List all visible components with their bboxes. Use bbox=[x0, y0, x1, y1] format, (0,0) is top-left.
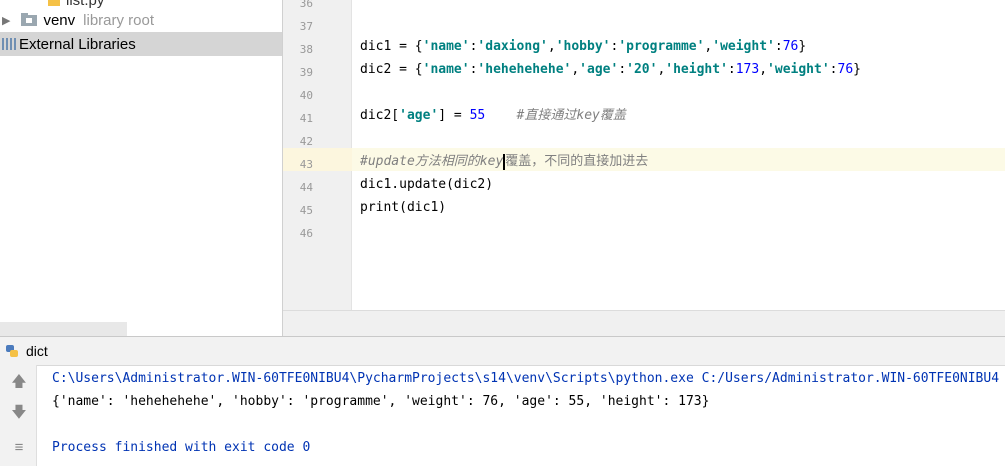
code-token: ] = bbox=[438, 108, 470, 123]
string-token: '20' bbox=[626, 62, 658, 77]
code-line-39[interactable]: dic2 = {'name':'hehehehehe','age':'20','… bbox=[360, 58, 861, 81]
tree-item-label: venv bbox=[43, 11, 76, 29]
comment-token: #直接通过key覆盖 bbox=[485, 108, 626, 123]
line-number: 46 bbox=[299, 227, 313, 240]
code-token: , bbox=[759, 62, 768, 77]
line-number: 38 bbox=[299, 43, 313, 56]
code-token: dic1 = { bbox=[360, 39, 423, 54]
folder-icon bbox=[21, 13, 38, 26]
line-number: 43 bbox=[299, 158, 313, 171]
string-token: 'age' bbox=[399, 108, 439, 123]
string-token: 'daxiong' bbox=[477, 39, 548, 54]
string-token: 'name' bbox=[422, 39, 470, 54]
code-token: : bbox=[727, 62, 736, 77]
line-number: 36 bbox=[299, 0, 313, 10]
number-token: 173 bbox=[735, 62, 760, 77]
library-icon bbox=[2, 38, 16, 50]
run-toolbar: 🡅 🡇 ≡ bbox=[0, 365, 37, 466]
line-number: 41 bbox=[299, 112, 313, 125]
code-line-45[interactable]: print(dic1) bbox=[360, 196, 446, 219]
rerun-up-icon[interactable]: 🡅 bbox=[9, 372, 29, 392]
line-number: 45 bbox=[299, 204, 313, 217]
number-token: 76 bbox=[837, 62, 854, 77]
tree-item-venv[interactable]: ▶ venv library root bbox=[0, 8, 154, 32]
code-token: } bbox=[853, 62, 861, 77]
line-number: 39 bbox=[299, 66, 313, 79]
line-number: 42 bbox=[299, 135, 313, 148]
string-token: 'weight' bbox=[767, 62, 830, 77]
console-command-line: C:\Users\Administrator.WIN-60TFE0NIBU4\P… bbox=[52, 371, 1000, 386]
console-exit-line: Process finished with exit code 0 bbox=[52, 440, 311, 455]
line-number: 44 bbox=[299, 181, 313, 194]
number-token: 55 bbox=[469, 108, 486, 123]
line-number: 40 bbox=[299, 89, 313, 102]
code-token: dic2 = { bbox=[360, 62, 423, 77]
down-icon[interactable]: 🡇 bbox=[9, 403, 29, 423]
line-number: 37 bbox=[299, 20, 313, 33]
string-token: 'programme' bbox=[618, 39, 705, 54]
code-line-41[interactable]: dic2['age'] = 55 #直接通过key覆盖 bbox=[360, 104, 626, 127]
project-panel: list.py ▶ venv library root External Lib… bbox=[0, 0, 282, 336]
soft-wrap-icon[interactable]: ≡ bbox=[9, 438, 29, 458]
comment-token: #update方法相同的key bbox=[360, 154, 504, 169]
run-tool-window-header[interactable]: dict bbox=[0, 336, 1005, 366]
editor-bottom-bar bbox=[283, 310, 1005, 337]
tree-item-sublabel: library root bbox=[83, 11, 155, 29]
string-token: 'age' bbox=[579, 62, 619, 77]
code-token: : bbox=[618, 62, 627, 77]
tree-item-label: External Libraries bbox=[19, 35, 136, 53]
string-token: 'hobby' bbox=[555, 39, 611, 54]
run-tab-label[interactable]: dict bbox=[26, 343, 48, 359]
code-token: , bbox=[571, 62, 580, 77]
string-token: 'weight' bbox=[712, 39, 775, 54]
code-token: dic2[ bbox=[360, 108, 400, 123]
code-token: : bbox=[829, 62, 838, 77]
string-token: 'hehehehehe' bbox=[477, 62, 572, 77]
comment-token: 覆盖，不同的直接加进去 bbox=[505, 154, 649, 169]
code-token: } bbox=[798, 39, 807, 54]
console-output-line: {'name': 'hehehehehe', 'hobby': 'program… bbox=[52, 394, 710, 409]
number-token: 76 bbox=[782, 39, 799, 54]
string-token: 'name' bbox=[422, 62, 470, 77]
horizontal-scrollbar[interactable] bbox=[0, 322, 127, 336]
code-token: , bbox=[547, 39, 556, 54]
string-token: 'height' bbox=[665, 62, 728, 77]
code-token: : bbox=[774, 39, 783, 54]
chevron-right-icon[interactable]: ▶ bbox=[2, 14, 10, 27]
code-line-44[interactable]: dic1.update(dic2) bbox=[360, 173, 493, 196]
code-line-38[interactable]: dic1 = {'name':'daxiong','hobby':'progra… bbox=[360, 35, 806, 58]
code-line-43[interactable]: #update方法相同的key 覆盖，不同的直接加进去 bbox=[360, 150, 648, 173]
python-file-icon bbox=[48, 0, 60, 6]
python-icon bbox=[6, 345, 18, 357]
tree-item-external-libraries[interactable]: External Libraries bbox=[0, 32, 282, 56]
